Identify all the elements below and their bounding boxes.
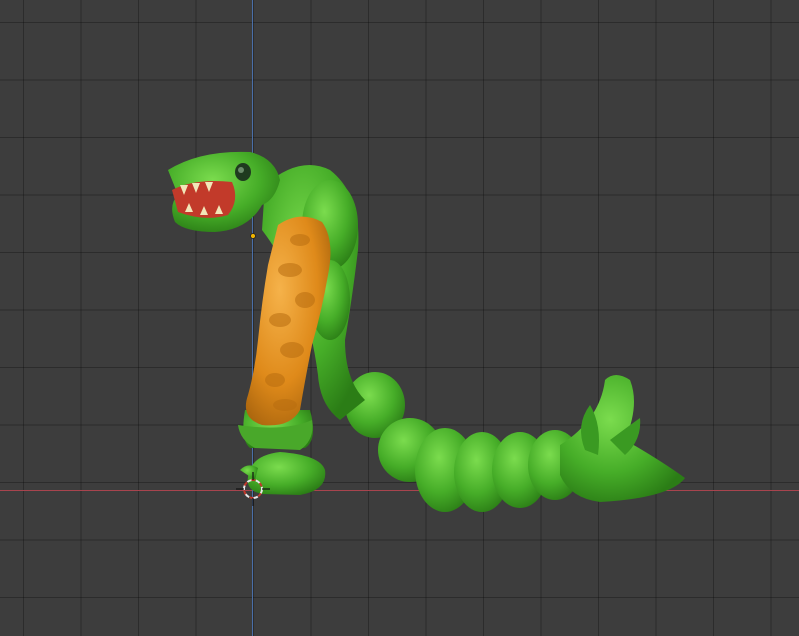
viewport-scene — [168, 151, 685, 512]
3d-viewport[interactable] — [0, 0, 799, 636]
tail — [345, 372, 685, 512]
creature-sculpt[interactable] — [168, 151, 685, 512]
origin-point[interactable] — [250, 233, 256, 239]
